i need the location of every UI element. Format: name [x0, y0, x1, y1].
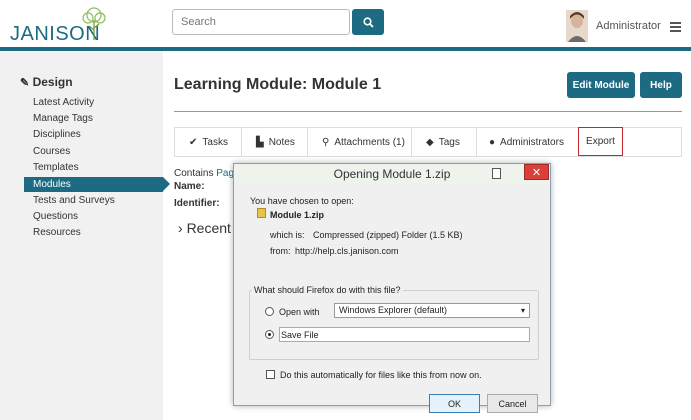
tab-tags[interactable]: ◆ Tags [412, 128, 477, 156]
search-button[interactable] [352, 9, 384, 35]
file-name: Module 1.zip [270, 210, 324, 220]
sidebar-item-resources[interactable]: Resources [33, 227, 81, 238]
recent-section-toggle[interactable]: › Recent [178, 220, 231, 236]
tree-icon [82, 7, 106, 40]
from-value: http://help.cls.janison.com [295, 246, 399, 256]
name-label: Name: [174, 181, 205, 192]
check-icon: ✔ [189, 136, 198, 148]
which-is-value: Compressed (zipped) Folder (1.5 KB) [313, 230, 463, 240]
top-header: JANISON Administrator [0, 0, 691, 51]
sidebar: ✎ Design Latest Activity Manage Tags Dis… [0, 51, 163, 420]
action-fieldset [249, 290, 539, 360]
sidebar-item-questions[interactable]: Questions [33, 211, 78, 222]
close-button[interactable]: ✕ [524, 164, 549, 180]
open-with-label[interactable]: Open with [279, 307, 320, 317]
auto-checkbox[interactable] [266, 370, 275, 379]
tab-administrators[interactable]: ● Administrators [477, 128, 579, 156]
chevron-down-icon: ▾ [520, 306, 525, 315]
dialog-body: You have chosen to open: Module 1.zip wh… [241, 186, 543, 413]
dialog-title: Opening Module 1.zip [333, 167, 451, 181]
avatar[interactable] [566, 10, 588, 42]
page-title: Learning Module: Module 1 [174, 76, 382, 93]
active-item-arrow [163, 177, 170, 191]
janison-logo[interactable]: JANISON [8, 6, 108, 46]
tab-attachments[interactable]: ⚲ Attachments (1) [308, 128, 412, 156]
tab-export[interactable]: Export [578, 127, 623, 156]
hamburger-menu-icon[interactable] [670, 22, 681, 32]
search-icon [362, 16, 374, 28]
auto-label[interactable]: Do this automatically for files like thi… [280, 370, 482, 380]
ok-button[interactable]: OK [429, 394, 480, 413]
pencil-icon: ✎ [20, 77, 30, 89]
zip-file-icon [257, 208, 266, 218]
intro-text: You have chosen to open: [250, 196, 354, 206]
document-icon [492, 168, 501, 179]
tab-tasks[interactable]: ✔ Tasks [175, 128, 242, 156]
paperclip-icon: ⚲ [322, 136, 330, 148]
user-name[interactable]: Administrator [596, 20, 661, 32]
open-with-select[interactable]: Windows Explorer (default) ▾ [334, 303, 530, 318]
person-icon: ● [489, 136, 496, 148]
sidebar-item-templates[interactable]: Templates [33, 162, 79, 173]
dialog-titlebar[interactable]: Opening Module 1.zip ✕ [234, 164, 550, 185]
search-input[interactable] [172, 9, 350, 35]
sidebar-item-modules[interactable]: Modules [24, 177, 163, 192]
sidebar-item-courses[interactable]: Courses [33, 146, 70, 157]
sidebar-item-latest-activity[interactable]: Latest Activity [33, 97, 94, 108]
edit-module-button[interactable]: Edit Module [567, 72, 635, 98]
sidebar-item-manage-tags[interactable]: Manage Tags [33, 113, 93, 124]
document-icon: ▙ [256, 136, 264, 148]
action-question: What should Firefox do with this file? [252, 285, 403, 295]
open-with-radio[interactable] [265, 307, 274, 316]
save-file-label[interactable]: Save File [281, 330, 319, 340]
sidebar-title: ✎ Design [20, 75, 73, 89]
tag-icon: ◆ [426, 136, 434, 148]
help-button[interactable]: Help [640, 72, 682, 98]
from-label: from: [270, 246, 291, 256]
cancel-button[interactable]: Cancel [487, 394, 538, 413]
sidebar-item-tests-and-surveys[interactable]: Tests and Surveys [33, 195, 115, 206]
sidebar-item-disciplines[interactable]: Disciplines [33, 129, 81, 140]
title-divider [174, 111, 682, 112]
identifier-label: Identifier: [174, 198, 220, 209]
download-dialog: Opening Module 1.zip ✕ You have chosen t… [233, 163, 551, 413]
tab-notes[interactable]: ▙ Notes [242, 128, 308, 156]
save-file-radio[interactable] [265, 330, 274, 339]
which-is-label: which is: [270, 230, 305, 240]
contains-row: Contains Page [174, 168, 240, 179]
chevron-right-icon: › [178, 220, 183, 236]
